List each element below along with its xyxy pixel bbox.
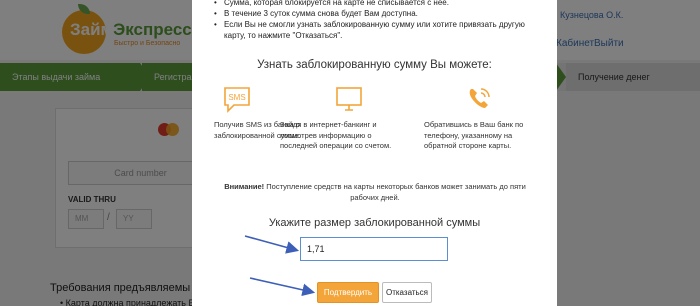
notice-label: Внимание! bbox=[224, 182, 265, 191]
option-online-banking-text: Зайдя в интернет-банкинг и посмотрев инф… bbox=[280, 120, 392, 150]
info-item: Если Вы не смогли узнать заблокированную… bbox=[214, 19, 544, 41]
cancel-button[interactable]: Отказаться bbox=[382, 282, 432, 303]
info-list: Сумма, которая блокируется на карте не с… bbox=[214, 0, 544, 41]
monitor-icon bbox=[336, 87, 362, 111]
notice: Внимание! Поступление средств на карты н… bbox=[210, 181, 540, 203]
option-phone-text: Обратившись в Ваш банк по телефону, указ… bbox=[424, 120, 524, 150]
confirm-button[interactable]: Подтвердить bbox=[317, 282, 379, 303]
blocked-amount-modal: Сумма, которая блокируется на карте не с… bbox=[192, 0, 557, 306]
info-item: Сумма, которая блокируется на карте не с… bbox=[214, 0, 544, 8]
notice-text: Поступление средств на карты некоторых б… bbox=[264, 182, 526, 202]
sms-icon: SMS bbox=[224, 87, 250, 113]
blocked-amount-input[interactable] bbox=[300, 237, 448, 261]
svg-text:SMS: SMS bbox=[228, 93, 245, 102]
amount-title: Укажите размер заблокированной суммы bbox=[268, 217, 481, 229]
options-title: Узнать заблокированную сумму Вы можете: bbox=[257, 59, 492, 71]
info-item: В течение 3 суток сумма снова будет Вам … bbox=[214, 8, 544, 19]
phone-icon bbox=[469, 88, 490, 108]
